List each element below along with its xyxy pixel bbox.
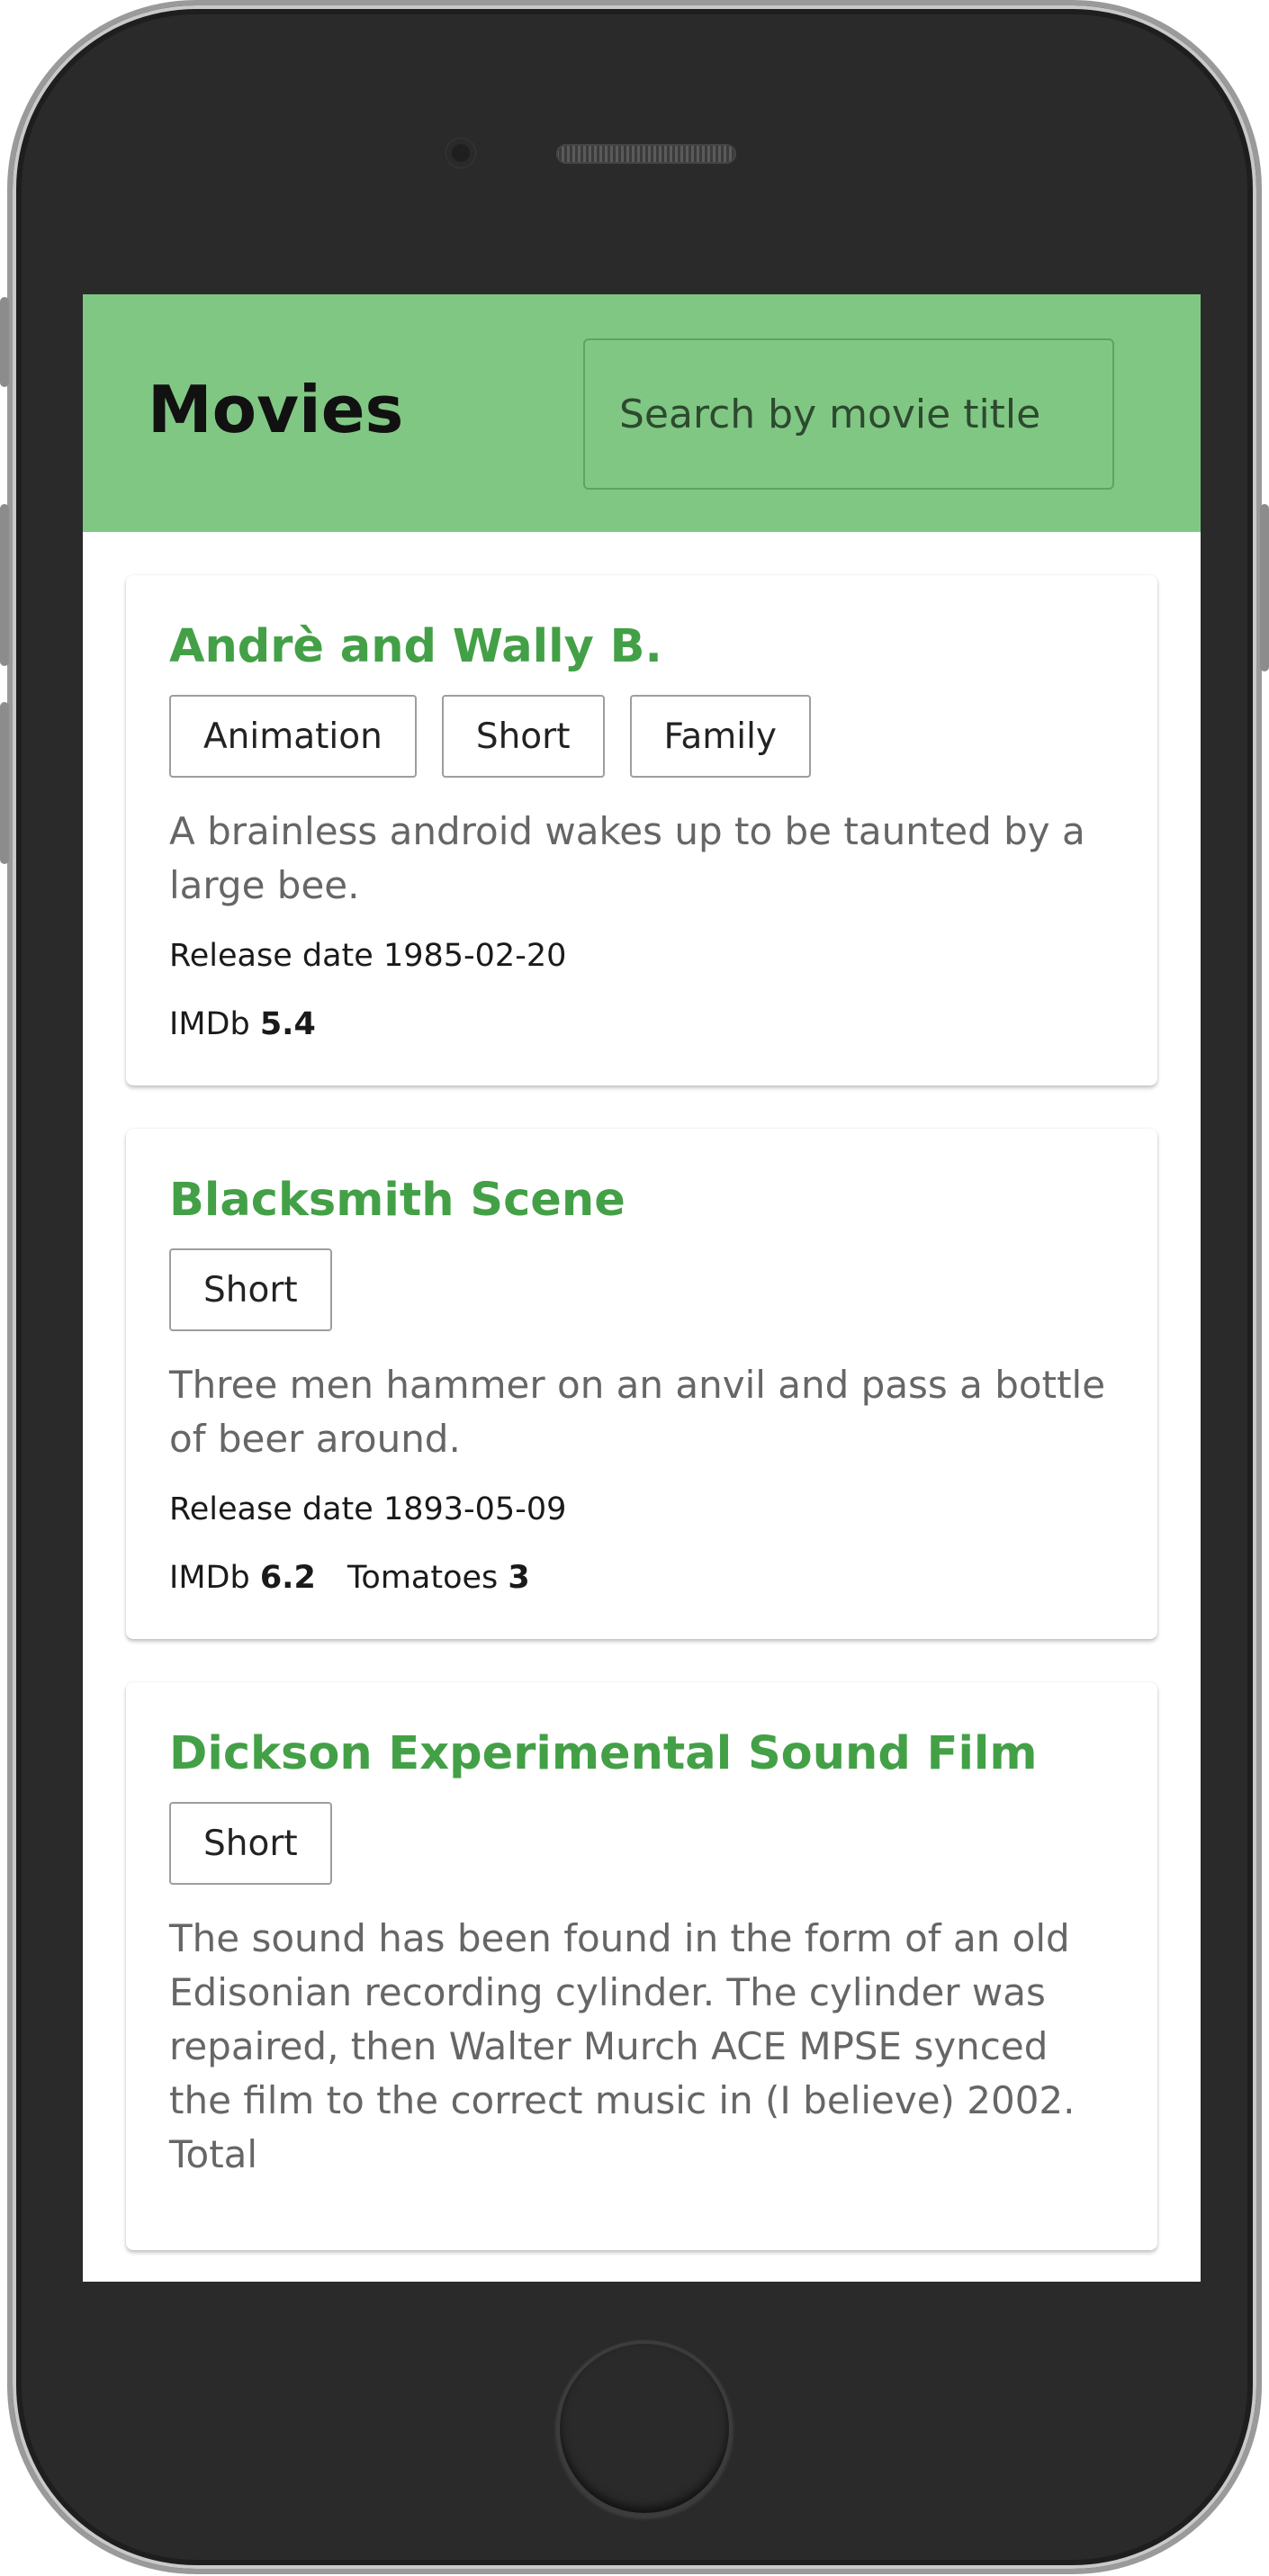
power-button (1260, 504, 1269, 671)
movie-title[interactable]: Dickson Experimental Sound Film (169, 1727, 1114, 1780)
tomatoes-label: Tomatoes (346, 1560, 499, 1596)
movie-title[interactable]: Andrè and Wally B. (169, 620, 1114, 673)
genre-chip[interactable]: Animation (169, 695, 417, 778)
ratings: IMDb 5.4 (169, 1006, 1114, 1042)
mute-switch (0, 297, 9, 387)
movie-card[interactable]: Andrè and Wally B. Animation Short Famil… (126, 575, 1157, 1085)
earpiece-speaker (556, 144, 736, 164)
tomatoes-rating: Tomatoes 3 (347, 1560, 530, 1596)
app-screen: Movies Andrè and Wally B. Animation Shor… (83, 294, 1201, 2282)
ratings: IMDb 6.2 Tomatoes 3 (169, 1560, 1114, 1596)
movie-title[interactable]: Blacksmith Scene (169, 1174, 1114, 1227)
release-date-value: 1893-05-09 (382, 1491, 567, 1527)
release-date-label: Release date (169, 1491, 374, 1527)
genre-chip[interactable]: Short (169, 1802, 332, 1885)
movie-list: Andrè and Wally B. Animation Short Famil… (83, 532, 1201, 2250)
release-date: Release date 1985-02-20 (169, 938, 1114, 974)
volume-down-button (0, 702, 9, 864)
genre-chip[interactable]: Short (441, 695, 605, 778)
imdb-label: IMDb (169, 1560, 250, 1596)
genre-list: Animation Short Family (169, 695, 1114, 778)
imdb-value: 6.2 (259, 1560, 316, 1596)
imdb-rating: IMDb 6.2 (169, 1560, 326, 1596)
movie-plot: Three men hammer on an anvil and pass a … (169, 1363, 1106, 1461)
tomatoes-value: 3 (508, 1560, 530, 1596)
imdb-value: 5.4 (259, 1006, 316, 1042)
page-title: Movies (148, 372, 404, 447)
front-camera (446, 139, 475, 167)
imdb-label: IMDb (169, 1006, 250, 1042)
app-header: Movies (83, 294, 1201, 532)
volume-up-button (0, 504, 9, 666)
imdb-rating: IMDb 5.4 (169, 1006, 316, 1042)
phone-frame: Movies Andrè and Wally B. Animation Shor… (7, 0, 1262, 2574)
movie-plot: A brainless android wakes up to be taunt… (169, 809, 1085, 907)
search-input[interactable] (583, 338, 1114, 490)
movie-card[interactable]: Blacksmith Scene Short Three men hammer … (126, 1129, 1157, 1639)
genre-chip[interactable]: Short (169, 1248, 332, 1331)
movie-card[interactable]: Dickson Experimental Sound Film Short Th… (126, 1682, 1157, 2250)
release-date-value: 1985-02-20 (382, 938, 567, 974)
genre-list: Short (169, 1802, 1114, 1885)
genre-chip[interactable]: Family (629, 695, 811, 778)
movie-plot: The sound has been found in the form of … (169, 1916, 1076, 2176)
genre-list: Short (169, 1248, 1114, 1331)
release-date: Release date 1893-05-09 (169, 1491, 1114, 1527)
release-date-label: Release date (169, 938, 374, 974)
home-button[interactable] (556, 2340, 733, 2517)
